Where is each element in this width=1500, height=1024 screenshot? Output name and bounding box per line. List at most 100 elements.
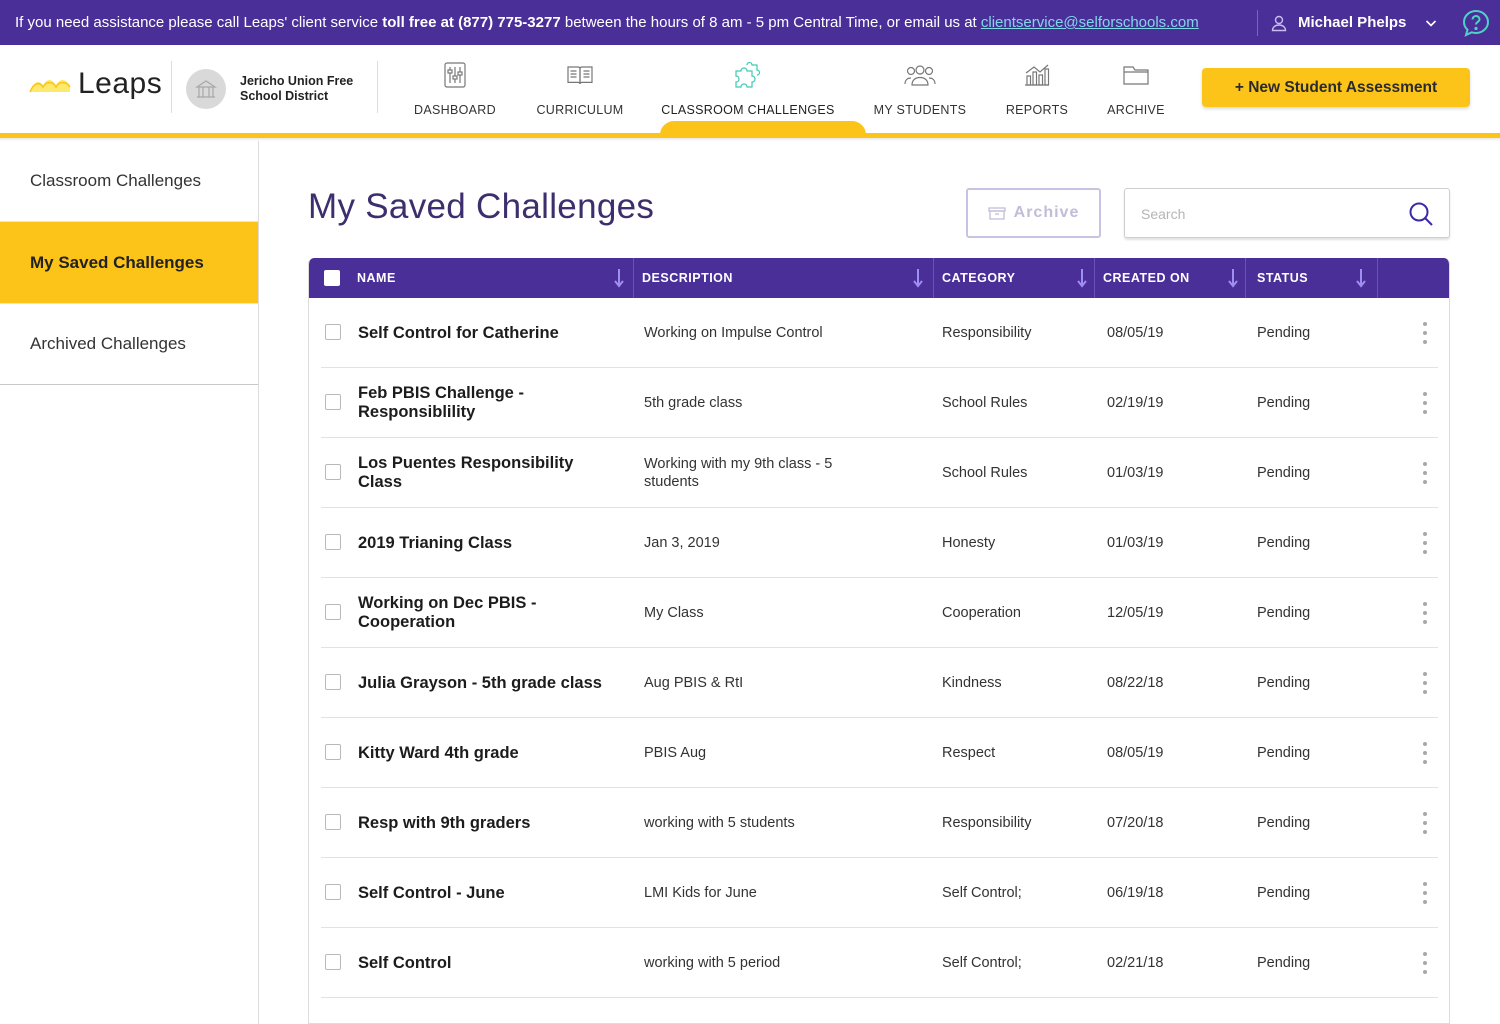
challenge-created-on: 02/19/19 — [1107, 395, 1164, 411]
challenge-name[interactable]: Self Control - June — [358, 858, 608, 928]
page-title: My Saved Challenges — [308, 187, 655, 226]
topbar-divider — [1257, 10, 1258, 36]
more-options-icon[interactable] — [1420, 392, 1430, 414]
row-checkbox[interactable] — [325, 884, 341, 900]
more-options-icon[interactable] — [1420, 882, 1430, 904]
row-checkbox[interactable] — [325, 464, 341, 480]
challenge-name[interactable]: 2019 Trianing Class — [358, 508, 608, 578]
row-checkbox[interactable] — [325, 674, 341, 690]
select-all-checkbox[interactable] — [324, 270, 340, 286]
table-row[interactable]: 2019 Trianing Class Jan 3, 2019 Honesty … — [321, 508, 1438, 578]
challenge-category: Self Control; — [942, 885, 1022, 901]
row-checkbox[interactable] — [325, 534, 341, 550]
nav-my-students[interactable]: MY STUDENTS — [868, 45, 972, 133]
challenge-created-on: 06/19/18 — [1107, 885, 1164, 901]
header-divider-2 — [377, 61, 378, 113]
nav-dashboard[interactable]: DASHBOARD — [410, 45, 500, 133]
challenge-name[interactable]: Self Control for Catherine — [358, 298, 608, 368]
more-options-icon[interactable] — [1420, 672, 1430, 694]
more-options-icon[interactable] — [1420, 532, 1430, 554]
column-header-name[interactable]: NAME — [357, 258, 396, 298]
column-header-created-on[interactable]: CREATED ON — [1103, 258, 1190, 298]
challenge-name[interactable]: Julia Grayson - 5th grade class — [358, 648, 608, 718]
puzzle-icon — [735, 61, 761, 88]
search-input[interactable] — [1141, 203, 1401, 225]
help-icon[interactable] — [1461, 8, 1491, 38]
challenge-name[interactable]: Los Puentes Responsibility Class — [358, 438, 608, 508]
nav-label: REPORTS — [1005, 103, 1069, 117]
table-row[interactable]: Resp with 9th graders working with 5 stu… — [321, 788, 1438, 858]
user-icon — [1271, 15, 1287, 31]
sort-arrow-icon[interactable] — [614, 268, 624, 288]
sort-arrow-icon[interactable] — [1356, 268, 1366, 288]
nav-reports[interactable]: REPORTS — [1000, 45, 1074, 133]
archive-button[interactable]: Archive — [966, 188, 1101, 238]
column-header-category[interactable]: CATEGORY — [942, 258, 1015, 298]
chevron-down-icon[interactable] — [1424, 16, 1438, 30]
more-options-icon[interactable] — [1420, 602, 1430, 624]
more-options-icon[interactable] — [1420, 322, 1430, 344]
challenge-description: PBIS Aug — [644, 745, 707, 761]
challenge-name[interactable]: Working on Dec PBIS - Cooperation — [358, 578, 608, 648]
sort-arrow-icon[interactable] — [1228, 268, 1238, 288]
leaps-logo[interactable]: Leaps — [28, 67, 162, 101]
sidebar-item-classroom-challenges[interactable]: Classroom Challenges — [0, 141, 258, 222]
row-checkbox[interactable] — [325, 324, 341, 340]
challenge-description: Aug PBIS & RtI — [644, 675, 744, 691]
new-student-assessment-button[interactable]: + New Student Assessment — [1202, 68, 1470, 107]
more-options-icon[interactable] — [1420, 952, 1430, 974]
nav-archive[interactable]: ARCHIVE — [1100, 45, 1172, 133]
table-row[interactable]: Los Puentes Responsibility Class Working… — [321, 438, 1438, 508]
challenge-name[interactable]: Feb PBIS Challenge - Responsiblility — [358, 368, 608, 438]
challenge-description: Working with my 9th class - 5 students — [644, 456, 833, 490]
main-header: Leaps Jericho Union Free School District… — [0, 45, 1500, 133]
row-checkbox[interactable] — [325, 604, 341, 620]
more-options-icon[interactable] — [1420, 742, 1430, 764]
row-checkbox[interactable] — [325, 744, 341, 760]
row-checkbox[interactable] — [325, 394, 341, 410]
more-options-icon[interactable] — [1420, 462, 1430, 484]
sidebar-item-archived-challenges[interactable]: Archived Challenges — [0, 304, 258, 385]
row-checkbox[interactable] — [325, 954, 341, 970]
search-icon[interactable] — [1408, 201, 1434, 227]
column-header-description[interactable]: DESCRIPTION — [642, 258, 733, 298]
challenge-category: Kindness — [942, 675, 1002, 691]
user-menu[interactable]: Michael Phelps — [1270, 0, 1438, 45]
column-divider — [933, 258, 934, 298]
table-row[interactable]: Kitty Ward 4th grade PBIS Aug Respect 08… — [321, 718, 1438, 788]
table-row[interactable]: Working on Dec PBIS - Cooperation My Cla… — [321, 578, 1438, 648]
challenge-category: Responsibility — [942, 325, 1032, 341]
row-checkbox[interactable] — [325, 814, 341, 830]
email-link[interactable]: clientservice@selforschools.com — [981, 14, 1199, 31]
column-header-status[interactable]: STATUS — [1257, 258, 1308, 298]
sidebar-item-my-saved-challenges[interactable]: My Saved Challenges — [0, 222, 258, 304]
sort-arrow-icon[interactable] — [1077, 268, 1087, 288]
challenge-description: Working on Impulse Control — [644, 325, 823, 341]
challenge-name[interactable]: Kitty Ward 4th grade — [358, 718, 608, 788]
sidebar-item-label: Classroom Challenges — [30, 171, 202, 190]
sort-arrow-icon[interactable] — [913, 268, 923, 288]
book-icon — [567, 66, 593, 85]
column-divider — [1377, 258, 1378, 298]
challenge-category: Cooperation — [942, 605, 1021, 621]
table-row[interactable]: Julia Grayson - 5th grade class Aug PBIS… — [321, 648, 1438, 718]
table-row[interactable]: Feb PBIS Challenge - Responsiblility 5th… — [321, 368, 1438, 438]
school-building-icon — [195, 80, 217, 98]
table-row[interactable]: Self Control - June LMI Kids for June Se… — [321, 858, 1438, 928]
challenge-description: My Class — [644, 605, 704, 621]
more-options-icon[interactable] — [1420, 812, 1430, 834]
table-row[interactable]: Self Control working with 5 period Self … — [321, 928, 1438, 998]
header-divider — [171, 61, 172, 113]
challenge-name[interactable]: Resp with 9th graders — [358, 788, 608, 858]
challenge-category: Self Control; — [942, 955, 1022, 971]
nav-classroom-challenges[interactable]: CLASSROOM CHALLENGES — [660, 45, 836, 133]
challenge-category: Respect — [942, 745, 996, 761]
table-row[interactable]: Self Control for Catherine Working on Im… — [321, 298, 1438, 368]
challenge-description: Jan 3, 2019 — [644, 535, 720, 551]
search-box — [1124, 188, 1450, 238]
challenge-status: Pending — [1257, 675, 1311, 691]
nav-curriculum[interactable]: CURRICULUM — [532, 45, 628, 133]
column-divider — [1094, 258, 1095, 298]
nav-label: DASHBOARD — [414, 103, 496, 117]
challenge-name[interactable]: Self Control — [358, 928, 608, 998]
